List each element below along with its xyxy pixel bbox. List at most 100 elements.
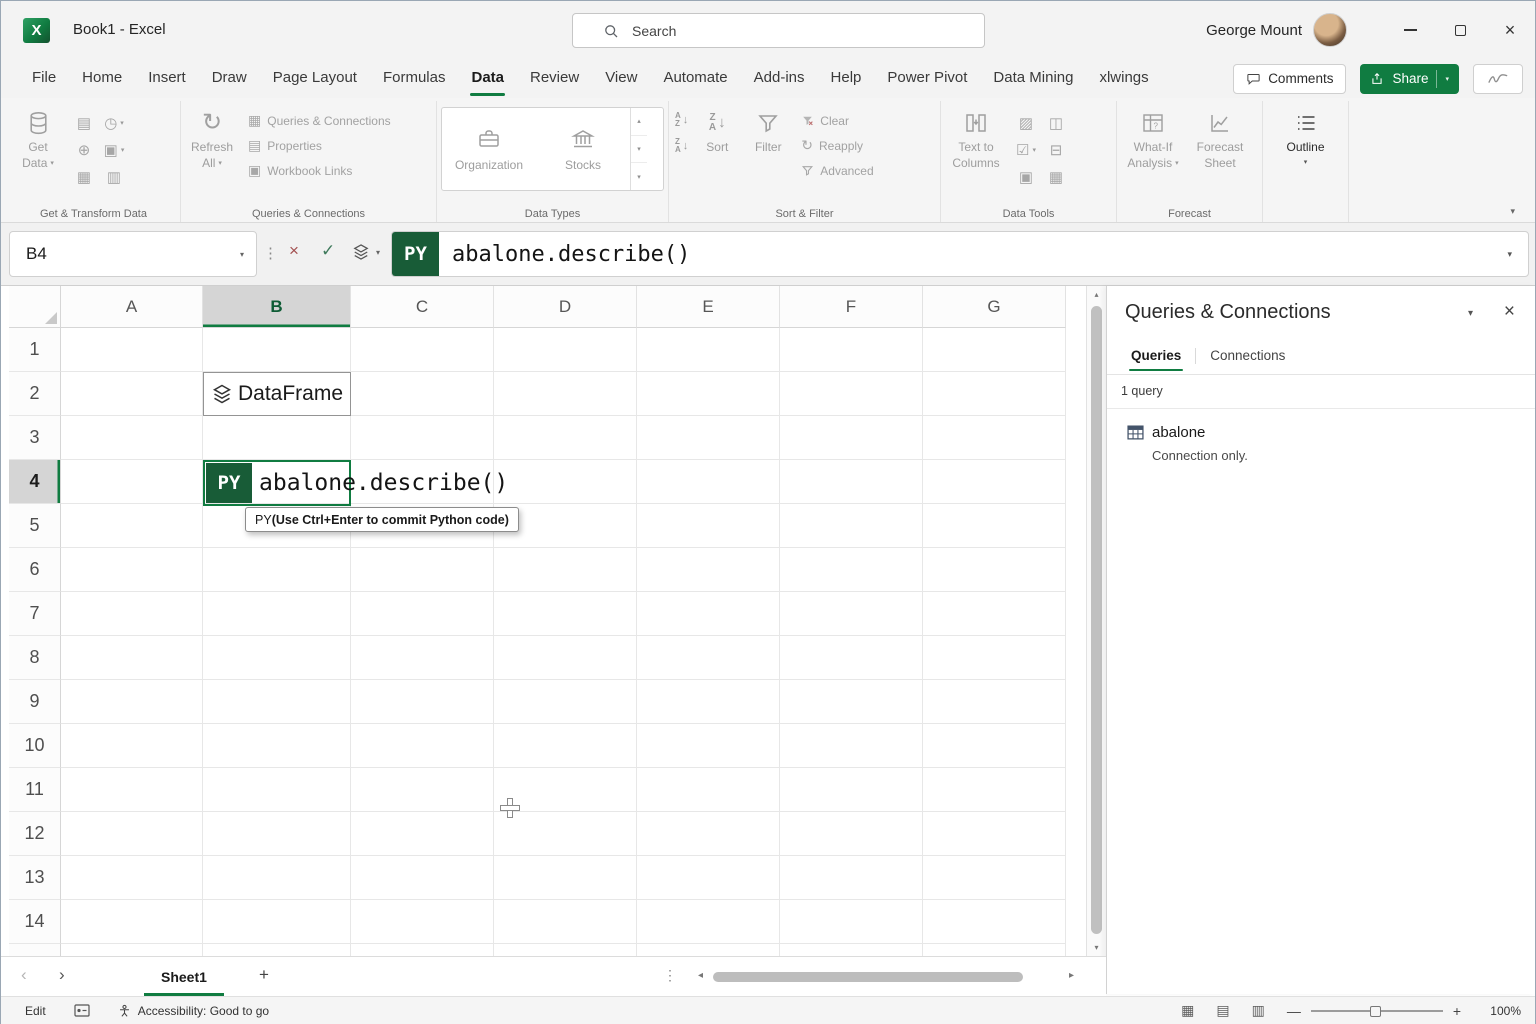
cell-E2[interactable] xyxy=(637,372,780,416)
data-source-settings-button[interactable]: ▥ xyxy=(105,167,123,187)
cell-C10[interactable] xyxy=(351,724,494,768)
cell-A13[interactable] xyxy=(61,856,203,900)
hscroll-right-arrow[interactable]: ▸ xyxy=(1069,970,1074,981)
cell-A11[interactable] xyxy=(61,768,203,812)
cell-G5[interactable] xyxy=(923,504,1066,548)
cell-E4[interactable] xyxy=(637,460,780,504)
share-button[interactable]: Share ▾ xyxy=(1360,64,1459,94)
cell-E1[interactable] xyxy=(637,328,780,372)
cell-C15[interactable] xyxy=(351,944,494,956)
from-text-csv-button[interactable]: ▤ xyxy=(75,113,93,133)
chevron-down-icon[interactable]: ▾ xyxy=(228,250,256,259)
row-header-9[interactable]: 9 xyxy=(9,680,61,724)
existing-connections-button[interactable]: ▣▾ xyxy=(102,140,127,160)
ribbon-tab-insert[interactable]: Insert xyxy=(135,59,199,98)
cell-C1[interactable] xyxy=(351,328,494,372)
cell-E15[interactable] xyxy=(637,944,780,956)
ribbon-tab-file[interactable]: File xyxy=(19,59,69,98)
close-button[interactable]: × xyxy=(1485,1,1535,59)
cell-B11[interactable] xyxy=(203,768,351,812)
row-header-1[interactable]: 1 xyxy=(9,328,61,372)
accessibility-status-button[interactable]: Accessibility: Good to go xyxy=(118,1004,269,1018)
user-avatar[interactable] xyxy=(1313,13,1347,47)
tab-queries[interactable]: Queries xyxy=(1121,344,1191,373)
cell-E3[interactable] xyxy=(637,416,780,460)
cell-A15[interactable] xyxy=(61,944,203,956)
cell-F10[interactable] xyxy=(780,724,923,768)
cell-G15[interactable] xyxy=(923,944,1066,956)
cell-A2[interactable] xyxy=(61,372,203,416)
horizontal-scroll-thumb[interactable] xyxy=(713,972,1023,982)
ribbon-tab-automate[interactable]: Automate xyxy=(650,59,740,98)
refresh-all-button[interactable]: ↻ Refresh All▾ xyxy=(185,103,239,171)
row-header-12[interactable]: 12 xyxy=(9,812,61,856)
chevron-down-icon[interactable]: ▾ xyxy=(1445,75,1449,83)
column-header-A[interactable]: A xyxy=(61,286,203,328)
enter-entry-button[interactable]: ✓ xyxy=(321,241,335,261)
cell-D8[interactable] xyxy=(494,636,637,680)
forecast-sheet-button[interactable]: Forecast Sheet xyxy=(1189,103,1251,170)
cell-C8[interactable] xyxy=(351,636,494,680)
relationships-button[interactable]: ▣ xyxy=(1017,167,1035,187)
flash-fill-button[interactable]: ▨ xyxy=(1017,113,1035,133)
cell-B12[interactable] xyxy=(203,812,351,856)
manage-data-model-button[interactable]: ▦ xyxy=(1047,167,1065,187)
cell-D7[interactable] xyxy=(494,592,637,636)
what-if-analysis-button[interactable]: ? What-If Analysis▾ xyxy=(1121,103,1185,171)
row-header-6[interactable]: 6 xyxy=(9,548,61,592)
cell-F8[interactable] xyxy=(780,636,923,680)
selected-cell-b4[interactable]: PY abalone.describe() xyxy=(203,460,351,506)
row-header-10[interactable]: 10 xyxy=(9,724,61,768)
from-web-button[interactable]: ⊕ xyxy=(76,140,93,160)
row-header-2[interactable]: 2 xyxy=(9,372,61,416)
cell-E11[interactable] xyxy=(637,768,780,812)
cell-G13[interactable] xyxy=(923,856,1066,900)
remove-duplicates-button[interactable]: ◫ xyxy=(1047,113,1065,133)
cell-E10[interactable] xyxy=(637,724,780,768)
ribbon-tab-draw[interactable]: Draw xyxy=(199,59,260,98)
cell-C11[interactable] xyxy=(351,768,494,812)
ribbon-tab-review[interactable]: Review xyxy=(517,59,592,98)
cell-G2[interactable] xyxy=(923,372,1066,416)
cell-B6[interactable] xyxy=(203,548,351,592)
ribbon-tab-page-layout[interactable]: Page Layout xyxy=(260,59,370,98)
cell-B10[interactable] xyxy=(203,724,351,768)
cell-F9[interactable] xyxy=(780,680,923,724)
ribbon-tab-formulas[interactable]: Formulas xyxy=(370,59,459,98)
recent-sources-button[interactable]: ◷▾ xyxy=(102,113,126,133)
query-list-item-abalone[interactable]: abalone Connection only. xyxy=(1107,416,1535,473)
properties-button[interactable]: ▤Properties xyxy=(243,134,396,157)
cell-F3[interactable] xyxy=(780,416,923,460)
cell-F12[interactable] xyxy=(780,812,923,856)
cell-B13[interactable] xyxy=(203,856,351,900)
cell-A5[interactable] xyxy=(61,504,203,548)
cell-E13[interactable] xyxy=(637,856,780,900)
cell-A7[interactable] xyxy=(61,592,203,636)
cell-G14[interactable] xyxy=(923,900,1066,944)
minimize-button[interactable] xyxy=(1385,1,1435,59)
column-header-B[interactable]: B xyxy=(203,286,351,328)
cell-G11[interactable] xyxy=(923,768,1066,812)
row-header-8[interactable]: 8 xyxy=(9,636,61,680)
data-type-organization[interactable]: Organization xyxy=(442,108,536,190)
cell-G12[interactable] xyxy=(923,812,1066,856)
cell-D6[interactable] xyxy=(494,548,637,592)
consolidate-button[interactable]: ⊟ xyxy=(1048,140,1065,160)
cell-B14[interactable] xyxy=(203,900,351,944)
workbook-links-button[interactable]: ▣Workbook Links xyxy=(243,159,396,182)
outline-button[interactable]: Outline ▾ xyxy=(1279,103,1333,170)
cell-A3[interactable] xyxy=(61,416,203,460)
column-header-G[interactable]: G xyxy=(923,286,1066,328)
cell-E7[interactable] xyxy=(637,592,780,636)
gallery-down-button[interactable]: ▾ xyxy=(631,136,647,164)
cell-D14[interactable] xyxy=(494,900,637,944)
expand-formula-bar-chevron[interactable]: ▾ xyxy=(1507,249,1528,260)
cell-C13[interactable] xyxy=(351,856,494,900)
cell-B1[interactable] xyxy=(203,328,351,372)
clear-filter-button[interactable]: Clear xyxy=(796,109,878,132)
cell-A9[interactable] xyxy=(61,680,203,724)
cell-D9[interactable] xyxy=(494,680,637,724)
cell-F15[interactable] xyxy=(780,944,923,956)
cell-D1[interactable] xyxy=(494,328,637,372)
ribbon-tab-xlwings[interactable]: xlwings xyxy=(1086,59,1161,98)
